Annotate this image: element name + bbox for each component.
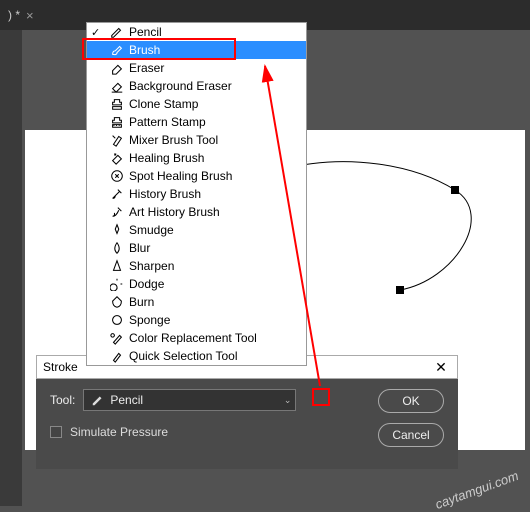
burn-icon — [109, 295, 125, 309]
menu-item-blur[interactable]: Blur — [87, 239, 306, 257]
menu-item-healing-brush[interactable]: Healing Brush — [87, 149, 306, 167]
menu-item-label: Pattern Stamp — [129, 115, 206, 129]
menu-item-sponge[interactable]: Sponge — [87, 311, 306, 329]
pencil-icon — [109, 25, 125, 39]
menu-item-quick-selection-tool[interactable]: Quick Selection Tool — [87, 347, 306, 365]
colorrep-icon — [109, 331, 125, 345]
mixer-icon — [109, 133, 125, 147]
history-icon — [109, 187, 125, 201]
menu-item-eraser[interactable]: Eraser — [87, 59, 306, 77]
check-icon: ✓ — [91, 26, 100, 39]
pencil-icon — [90, 393, 106, 407]
menu-item-burn[interactable]: Burn — [87, 293, 306, 311]
menu-item-label: Eraser — [129, 61, 164, 75]
menu-item-art-history-brush[interactable]: Art History Brush — [87, 203, 306, 221]
menu-item-label: Sharpen — [129, 259, 174, 273]
watermark: caytamgui.com — [433, 468, 520, 512]
tab-title: ) * — [8, 8, 20, 22]
tools-panel — [0, 30, 22, 506]
menu-item-background-eraser[interactable]: Background Eraser — [87, 77, 306, 95]
brush-icon — [109, 43, 125, 57]
simulate-pressure-checkbox[interactable] — [50, 426, 62, 438]
close-icon[interactable]: ✕ — [431, 359, 451, 376]
sponge-icon — [109, 313, 125, 327]
menu-item-label: Dodge — [129, 277, 164, 291]
eraser-icon — [109, 61, 125, 75]
simulate-pressure-label: Simulate Pressure — [70, 425, 168, 439]
chevron-down-icon: ⌄ — [284, 395, 292, 406]
menu-item-spot-healing-brush[interactable]: Spot Healing Brush — [87, 167, 306, 185]
menu-item-label: Mixer Brush Tool — [129, 133, 218, 147]
ok-button[interactable]: OK — [378, 389, 444, 413]
heal-icon — [109, 151, 125, 165]
menu-item-clone-stamp[interactable]: Clone Stamp — [87, 95, 306, 113]
sharpen-icon — [109, 259, 125, 273]
tool-label: Tool: — [50, 393, 75, 407]
blur-icon — [109, 241, 125, 255]
menu-item-pattern-stamp[interactable]: Pattern Stamp — [87, 113, 306, 131]
menu-item-label: Spot Healing Brush — [129, 169, 232, 183]
menu-item-label: Healing Brush — [129, 151, 204, 165]
menu-item-label: Burn — [129, 295, 154, 309]
menu-item-label: Blur — [129, 241, 150, 255]
menu-item-label: Color Replacement Tool — [129, 331, 257, 345]
menu-item-history-brush[interactable]: History Brush — [87, 185, 306, 203]
menu-item-label: History Brush — [129, 187, 201, 201]
menu-item-label: Clone Stamp — [129, 97, 198, 111]
menu-item-label: Smudge — [129, 223, 174, 237]
tool-value: Pencil — [110, 393, 143, 407]
stroke-path-dialog: Stroke ✕ Tool: Pencil ⌄ Simulate Pressur… — [36, 355, 458, 469]
quicksel-icon — [109, 349, 125, 363]
menu-item-brush[interactable]: Brush — [87, 41, 306, 59]
stamp-icon — [109, 97, 125, 111]
menu-item-label: Quick Selection Tool — [129, 349, 238, 363]
spotheal-icon — [109, 169, 125, 183]
menu-item-label: Sponge — [129, 313, 170, 327]
menu-item-smudge[interactable]: Smudge — [87, 221, 306, 239]
bgerase-icon — [109, 79, 125, 93]
menu-item-color-replacement-tool[interactable]: Color Replacement Tool — [87, 329, 306, 347]
tool-dropdown[interactable]: Pencil ⌄ — [83, 389, 296, 411]
menu-item-label: Pencil — [129, 25, 162, 39]
smudge-icon — [109, 223, 125, 237]
menu-item-pencil[interactable]: ✓ Pencil — [87, 23, 306, 41]
dialog-title: Stroke — [43, 360, 78, 374]
menu-item-label: Background Eraser — [129, 79, 232, 93]
menu-item-sharpen[interactable]: Sharpen — [87, 257, 306, 275]
menu-item-label: Brush — [129, 43, 160, 57]
arthist-icon — [109, 205, 125, 219]
menu-item-label: Art History Brush — [129, 205, 220, 219]
cancel-button[interactable]: Cancel — [378, 423, 444, 447]
menu-item-dodge[interactable]: Dodge — [87, 275, 306, 293]
menu-item-mixer-brush-tool[interactable]: Mixer Brush Tool — [87, 131, 306, 149]
tool-dropdown-menu[interactable]: ✓ Pencil Brush Eraser Background Eraser Clone… — [86, 22, 307, 366]
close-icon[interactable]: × — [26, 8, 34, 23]
pattern-icon — [109, 115, 125, 129]
dodge-icon — [109, 277, 125, 291]
